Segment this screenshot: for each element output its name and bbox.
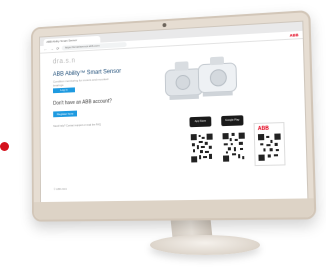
card-abb-logo: ABB: [257, 125, 269, 133]
monitor-screen: ABB Ability Smart Sensor ← → ⟳ https://s…: [39, 20, 309, 205]
camera-icon: [162, 23, 167, 28]
forward-icon[interactable]: →: [50, 45, 54, 53]
qr-code-google-play: [221, 131, 247, 163]
register-button[interactable]: Register here: [53, 110, 78, 118]
register-question: Don't have an ABB account?: [53, 98, 112, 107]
monitor: ABB Ability Smart Sensor ← → ⟳ https://s…: [30, 9, 317, 222]
google-play-badge[interactable]: Google Play: [221, 115, 244, 127]
abb-logo: ABB: [289, 31, 299, 38]
app-store-badge[interactable]: App Store: [189, 116, 212, 128]
card-qr-code: [257, 133, 281, 161]
monitor-stand-base: [150, 235, 260, 255]
page-content: dra.s.n ABB Ability™ Smart Sensor Condit…: [40, 39, 307, 203]
brand-wordmark: dra.s.n: [52, 57, 76, 66]
abb-sensor-card: ABB: [253, 122, 286, 167]
scene: ABB Ability Smart Sensor ← → ⟳ https://s…: [0, 0, 326, 276]
monitor-chin: [33, 198, 315, 220]
help-text: Need help? Contact support or read the F…: [53, 123, 101, 128]
motor-image: [161, 56, 241, 100]
reload-icon[interactable]: ⟳: [56, 44, 59, 52]
back-icon[interactable]: ←: [44, 45, 48, 53]
footer-text: © ABB 2019: [53, 187, 67, 192]
qr-code-app-store: [189, 132, 215, 164]
red-dot-marker: [0, 142, 9, 151]
login-button[interactable]: Log in: [52, 87, 75, 94]
page-tagline: Condition monitoring for motors and moun…: [52, 77, 109, 88]
